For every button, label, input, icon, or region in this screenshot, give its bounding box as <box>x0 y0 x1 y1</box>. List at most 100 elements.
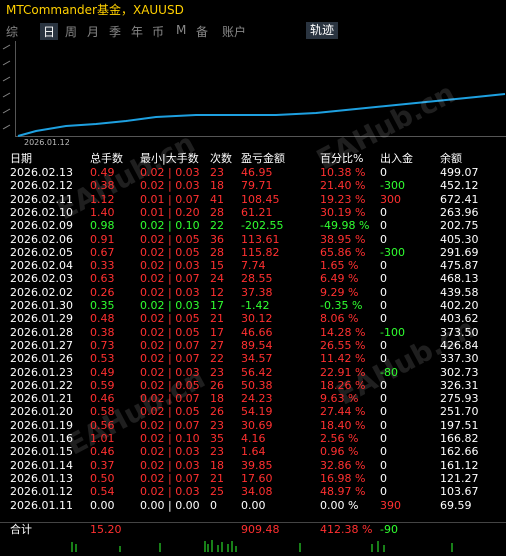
cell-date: 2026.02.03 <box>10 272 73 286</box>
balance-track-chart <box>15 41 506 137</box>
table-header: 日期 总手数 最小|大手数 次数 盈亏金额 百分比% 出入金 余额 <box>0 152 506 166</box>
cell-balance: 337.30 <box>440 352 479 366</box>
cell-total: 0.56 <box>90 418 115 432</box>
cell-count: 18 <box>210 392 224 406</box>
cell-total: 0.48 <box>90 312 115 326</box>
cell-deposit: -100 <box>380 325 405 339</box>
cell-date: 2026.01.22 <box>10 378 73 392</box>
cell-date: 2026.02.10 <box>10 205 73 219</box>
cell-count: 36 <box>210 232 224 246</box>
footer-deposit: -90 <box>380 523 398 536</box>
cell-balance: 452.12 <box>440 179 479 193</box>
cell-pnl: -202.55 <box>241 219 284 233</box>
cell-size: 0.02 | 0.03 <box>140 166 200 179</box>
cell-pct: 11.42 % <box>320 352 366 366</box>
cell-pct: 27.44 % <box>320 405 366 419</box>
cell-pnl: 30.12 <box>241 312 273 326</box>
cell-total: 0.26 <box>90 285 115 299</box>
cell-size: 0.02 | 0.07 <box>140 272 200 286</box>
cell-pnl: 17.60 <box>241 471 273 485</box>
cell-deposit: 0 <box>380 378 387 392</box>
cell-count: 35 <box>210 432 224 445</box>
cell-balance: 475.87 <box>440 259 479 273</box>
chart-start-date: 2026.01.12 <box>24 138 70 147</box>
cell-pct: 18.26 % <box>320 378 366 392</box>
cell-balance: 405.30 <box>440 232 479 246</box>
cell-deposit: 0 <box>380 458 387 472</box>
tab-6[interactable]: 币 <box>152 23 164 40</box>
cell-deposit: 0 <box>380 285 387 299</box>
cell-balance: 402.20 <box>440 299 479 312</box>
table-row: 2026.01.26 0.53 0.02 | 0.07 22 34.57 11.42 % 0… <box>0 352 506 366</box>
cell-pnl: 113.61 <box>241 232 280 246</box>
cell-count: 22 <box>210 352 224 366</box>
cell-size: 0.01 | 0.07 <box>140 192 200 206</box>
cell-deposit: 0 <box>380 405 387 419</box>
cell-date: 2026.01.14 <box>10 458 73 472</box>
tab-7[interactable]: M <box>176 23 186 37</box>
tab-5[interactable]: 年 <box>131 23 143 40</box>
header-size: 最小|大手数 <box>140 152 199 165</box>
footer-total: 15.20 <box>90 523 122 536</box>
table-row: 2026.01.30 0.35 0.02 | 0.03 17 -1.42 -0.35 % 0… <box>0 299 506 313</box>
cell-count: 28 <box>210 205 224 219</box>
cell-deposit: -80 <box>380 365 398 379</box>
cell-deposit: 0 <box>380 485 387 499</box>
cell-deposit: -300 <box>380 245 405 259</box>
table-row: 2026.02.11 1.12 0.01 | 0.07 41 108.45 19.23 %… <box>0 193 506 207</box>
cell-pct: 48.97 % <box>320 485 366 499</box>
cell-pnl: 34.08 <box>241 485 273 499</box>
cell-count: 23 <box>210 365 224 379</box>
cell-total: 0.46 <box>90 445 115 459</box>
cell-deposit: 0 <box>380 418 387 432</box>
tab-4[interactable]: 季 <box>109 23 121 40</box>
cell-date: 2026.02.05 <box>10 245 73 259</box>
cell-count: 21 <box>210 471 224 485</box>
cell-deposit: 0 <box>380 205 387 219</box>
cell-total: 0.35 <box>90 299 115 312</box>
header-count: 次数 <box>210 152 232 165</box>
cell-pnl: 37.38 <box>241 285 273 299</box>
cell-total: 0.37 <box>90 458 115 472</box>
cell-size: 0.02 | 0.07 <box>140 352 200 366</box>
cell-pct: -49.98 % <box>320 219 370 233</box>
cell-pct: 65.86 % <box>320 245 366 259</box>
tab-track[interactable]: 轨迹 <box>306 22 339 39</box>
cell-count: 28 <box>210 245 224 259</box>
table-row: 2026.01.12 0.54 0.02 | 0.03 25 34.08 48.97 % 0… <box>0 485 506 499</box>
tab-8[interactable]: 备 <box>196 23 208 40</box>
cell-pnl: 30.69 <box>241 418 273 432</box>
table-row: 2026.01.27 0.73 0.02 | 0.07 27 89.54 26.55 % 0… <box>0 339 506 353</box>
cell-size: 0.02 | 0.03 <box>140 458 200 472</box>
cell-size: 0.02 | 0.05 <box>140 405 200 419</box>
tab-2[interactable]: 周 <box>65 23 77 40</box>
cell-count: 26 <box>210 378 224 392</box>
cell-total: 0.38 <box>90 179 115 193</box>
cell-balance: 426.84 <box>440 338 479 352</box>
cell-balance: 161.12 <box>440 458 479 472</box>
cell-total: 0.49 <box>90 365 115 379</box>
cell-deposit: 300 <box>380 192 401 206</box>
cell-date: 2026.02.04 <box>10 259 73 273</box>
cell-total: 0.98 <box>90 219 115 233</box>
cell-count: 18 <box>210 458 224 472</box>
table-row: 2026.01.29 0.48 0.02 | 0.05 21 30.12 8.06 % 0 4… <box>0 312 506 326</box>
cell-size: 0.02 | 0.05 <box>140 325 200 339</box>
table-row: 2026.02.13 0.49 0.02 | 0.03 23 46.95 10.38 % 0… <box>0 166 506 180</box>
tab-0[interactable]: 综 <box>6 23 18 40</box>
cell-balance: 468.13 <box>440 272 479 286</box>
cell-size: 0.02 | 0.07 <box>140 338 200 352</box>
cell-balance: 263.96 <box>440 205 479 219</box>
cell-balance: 162.66 <box>440 445 479 459</box>
tab-9[interactable]: 账户 <box>222 23 246 40</box>
footer-pnl: 909.48 <box>241 523 280 536</box>
cell-count: 0 <box>210 498 217 512</box>
table-row: 2026.01.11 0.00 0.00 | 0.00 0 0.00 0.00 % 390 6… <box>0 499 506 513</box>
tab-1[interactable]: 日 <box>40 23 59 40</box>
cell-total: 0.58 <box>90 405 115 419</box>
tab-3[interactable]: 月 <box>87 23 99 40</box>
cell-pct: 21.40 % <box>320 179 366 193</box>
cell-balance: 251.70 <box>440 405 479 419</box>
table-row: 2026.02.05 0.67 0.02 | 0.05 28 115.82 65.86 %… <box>0 246 506 260</box>
cell-size: 0.02 | 0.05 <box>140 312 200 326</box>
